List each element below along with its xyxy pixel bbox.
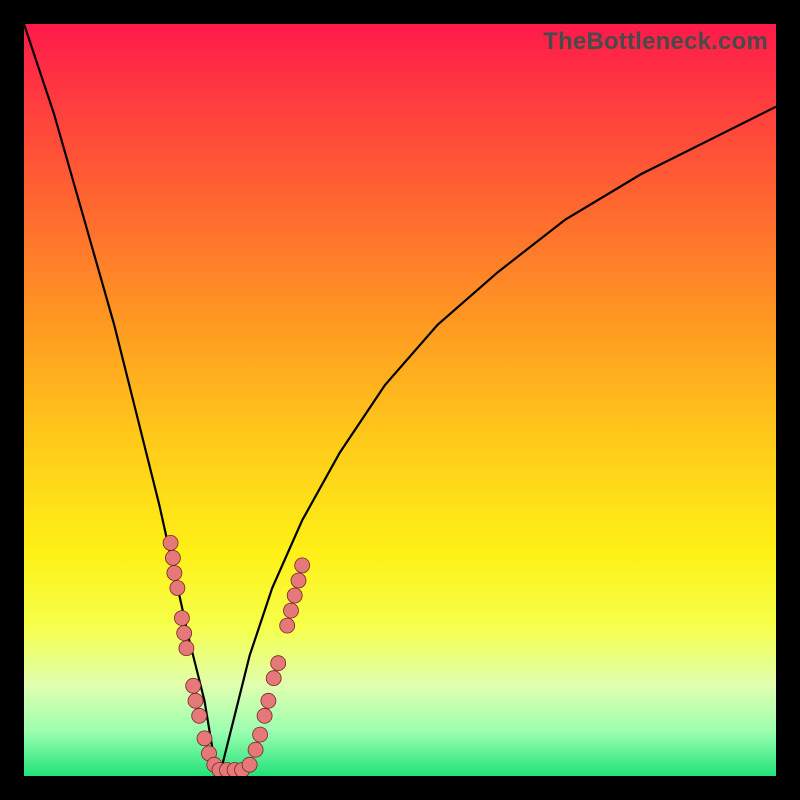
curve-layer: [24, 24, 776, 776]
left-curve: [24, 24, 220, 776]
right-curve: [220, 107, 777, 776]
bead: [261, 693, 276, 708]
chart-frame: TheBottleneck.com: [24, 24, 776, 776]
bead: [179, 641, 194, 656]
bead: [170, 581, 185, 596]
plot-area: TheBottleneck.com: [24, 24, 776, 776]
bead: [284, 603, 299, 618]
bead: [197, 731, 212, 746]
bead: [174, 611, 189, 626]
bead: [271, 656, 286, 671]
bead: [167, 566, 182, 581]
bead: [253, 727, 268, 742]
bead: [291, 573, 306, 588]
bead: [248, 742, 263, 757]
bead-cluster: [163, 535, 310, 776]
bead: [163, 535, 178, 550]
watermark-text: TheBottleneck.com: [543, 28, 768, 56]
bead: [165, 550, 180, 565]
bead: [266, 671, 281, 686]
bead: [287, 588, 302, 603]
bead: [280, 618, 295, 633]
bead: [295, 558, 310, 573]
bead: [192, 708, 207, 723]
bead: [186, 678, 201, 693]
bead: [242, 757, 257, 772]
bead: [257, 708, 272, 723]
bead: [188, 693, 203, 708]
bead: [177, 626, 192, 641]
